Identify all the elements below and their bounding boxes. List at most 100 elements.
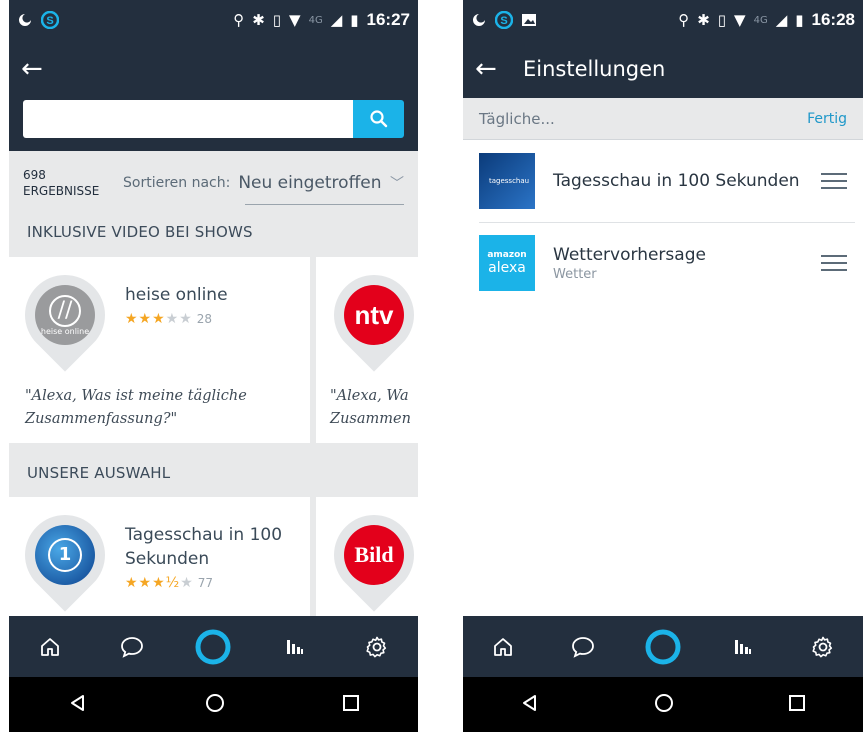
item-title: Tagesschau in 100 Sekunden — [553, 170, 800, 191]
signal-icon: ◢ — [330, 11, 343, 29]
alexa-icon[interactable] — [193, 627, 233, 667]
rating-stars: ★★★★★ 28 — [125, 311, 212, 327]
results-bar: 698 ERGEBNISSE Sortieren nach: Neu einge… — [23, 161, 404, 205]
battery-icon: ▮ — [795, 11, 804, 29]
skill-card[interactable]: ntv "Alexa, Wa Zusammen — [316, 257, 418, 443]
chevron-down-icon[interactable]: ﹀ — [390, 173, 404, 193]
clock: 16:28 — [811, 10, 855, 29]
vibrate-icon: ▯ — [272, 11, 282, 29]
skill-quote: "Alexa, Wa Zusammen — [330, 388, 411, 427]
thumb-bottom-text: alexa — [488, 260, 526, 276]
nav-recents-icon[interactable] — [788, 694, 806, 716]
query-label: Tägliche... — [479, 109, 555, 128]
nav-back-icon[interactable] — [68, 693, 88, 717]
item-title: Wettervorhersage — [553, 245, 706, 265]
list-item[interactable]: amazon alexa Wettervorhersage Wetter — [479, 228, 847, 298]
stars-on: ★★★½ — [125, 575, 181, 591]
tagesschau-logo: 1 — [35, 525, 95, 585]
section-heading: INKLUSIVE VIDEO BEI SHOWS — [27, 223, 253, 241]
chat-icon[interactable] — [112, 627, 152, 667]
search-icon — [369, 110, 387, 128]
nav-home-icon[interactable] — [205, 693, 225, 717]
gear-icon[interactable] — [357, 627, 397, 667]
location-icon: ⚲ — [233, 11, 245, 29]
battery-icon: ▮ — [350, 11, 359, 29]
sort-underline — [245, 204, 404, 205]
network-type: 4G — [308, 14, 323, 26]
results-panel: 698 ERGEBNISSE Sortieren nach: Neu einge… — [9, 151, 418, 627]
signal-icon: ◢ — [775, 11, 788, 29]
heise-glyph: // — [49, 294, 81, 327]
drag-handle-icon[interactable] — [821, 255, 847, 271]
phone-right: S ⚲ ✱ ▯ ▼ 4G ◢ ▮ 16:28 ← Einstellungen T… — [463, 0, 863, 732]
edit-bar: Tägliche... Fertig — [463, 98, 863, 140]
skill-icon-ntv: ntv — [317, 258, 418, 372]
home-icon[interactable] — [483, 627, 523, 667]
moon-icon — [19, 14, 31, 26]
nav-home-icon[interactable] — [654, 693, 674, 717]
image-icon — [522, 14, 536, 26]
skype-icon: S — [41, 11, 59, 29]
drag-handle-icon[interactable] — [821, 173, 847, 189]
nav-recents-icon[interactable] — [342, 694, 360, 716]
ntv-logo: ntv — [344, 285, 404, 345]
done-button[interactable]: Fertig — [807, 111, 847, 127]
gear-icon[interactable] — [803, 627, 843, 667]
location-icon: ⚲ — [678, 11, 690, 29]
nav-back-icon[interactable] — [520, 693, 540, 717]
back-arrow-icon[interactable]: ← — [21, 56, 51, 82]
status-bar: S ⚲ ✱ ▯ ▼ 4G ◢ ▮ 16:28 — [463, 0, 863, 40]
bild-logo: Bild — [344, 525, 404, 585]
alexa-icon[interactable] — [643, 627, 683, 667]
tagesschau-thumbnail: tagesschau — [479, 153, 535, 209]
back-arrow-icon[interactable]: ← — [475, 56, 505, 82]
ard-glyph: 1 — [48, 538, 82, 572]
alexa-thumbnail: amazon alexa — [479, 235, 535, 291]
phone-left: S ⚲ ✱ ▯ ▼ 4G ◢ ▮ 16:27 ← 698 ERGEBNISSE … — [9, 0, 418, 732]
thumb-text: tagesschau — [489, 177, 530, 185]
stars-on: ★★★ — [125, 311, 166, 327]
sort-label: Sortieren nach: — [123, 175, 231, 191]
thumb-top-text: amazon — [487, 250, 527, 260]
sort-select[interactable]: Neu eingetroffen — [238, 173, 390, 193]
clock: 16:27 — [366, 10, 410, 29]
skill-name: Tagesschau in 100 Sekunden — [125, 525, 283, 569]
system-nav-bar — [9, 677, 418, 732]
skype-icon: S — [495, 11, 513, 29]
network-type: 4G — [753, 14, 768, 26]
result-count-label: ERGEBNISSE — [23, 184, 100, 198]
moon-icon — [473, 14, 485, 26]
heise-logo-text: heise online — [40, 326, 90, 336]
section-heading: UNSERE AUSWAHL — [27, 464, 171, 482]
status-bar: S ⚲ ✱ ▯ ▼ 4G ◢ ▮ 16:27 — [9, 0, 418, 40]
app-bar: ← Einstellungen — [463, 40, 863, 98]
result-count: 698 ERGEBNISSE — [23, 167, 115, 199]
wifi-icon: ▼ — [734, 11, 746, 29]
chat-icon[interactable] — [563, 627, 603, 667]
item-subtitle: Wetter — [553, 267, 597, 282]
review-count: 77 — [197, 576, 214, 590]
app-bar: ← — [9, 40, 418, 98]
activity-icon[interactable] — [275, 627, 315, 667]
skill-icon-bild: Bild — [317, 498, 418, 612]
skill-card[interactable]: 1 Tagesschau in 100 Sekunden ★★★½★ 77 — [9, 497, 310, 627]
rating-stars: ★★★½★ 77 — [125, 575, 213, 591]
result-count-number: 698 — [23, 168, 46, 182]
stars-off: ★ — [180, 575, 194, 591]
activity-icon[interactable] — [723, 627, 763, 667]
svg-text:S: S — [500, 15, 507, 27]
home-icon[interactable] — [30, 627, 70, 667]
vibrate-icon: ▯ — [717, 11, 727, 29]
search-button[interactable] — [353, 100, 404, 138]
divider — [479, 222, 855, 223]
skill-name: heise online — [125, 285, 228, 305]
review-count: 28 — [196, 312, 213, 326]
svg-text:S: S — [46, 15, 53, 27]
list-item[interactable]: tagesschau Tagesschau in 100 Sekunden — [479, 146, 847, 216]
skill-icon-tagesschau: 1 — [9, 498, 122, 612]
skill-card[interactable]: // heise online heise online ★★★★★ 28 "Al… — [9, 257, 310, 443]
skill-quote: "Alexa, Was ist meine tägliche Zusammenf… — [25, 388, 247, 427]
search-input[interactable] — [23, 100, 353, 138]
bluetooth-icon: ✱ — [697, 11, 710, 29]
skill-card[interactable]: Bild — [316, 497, 418, 627]
